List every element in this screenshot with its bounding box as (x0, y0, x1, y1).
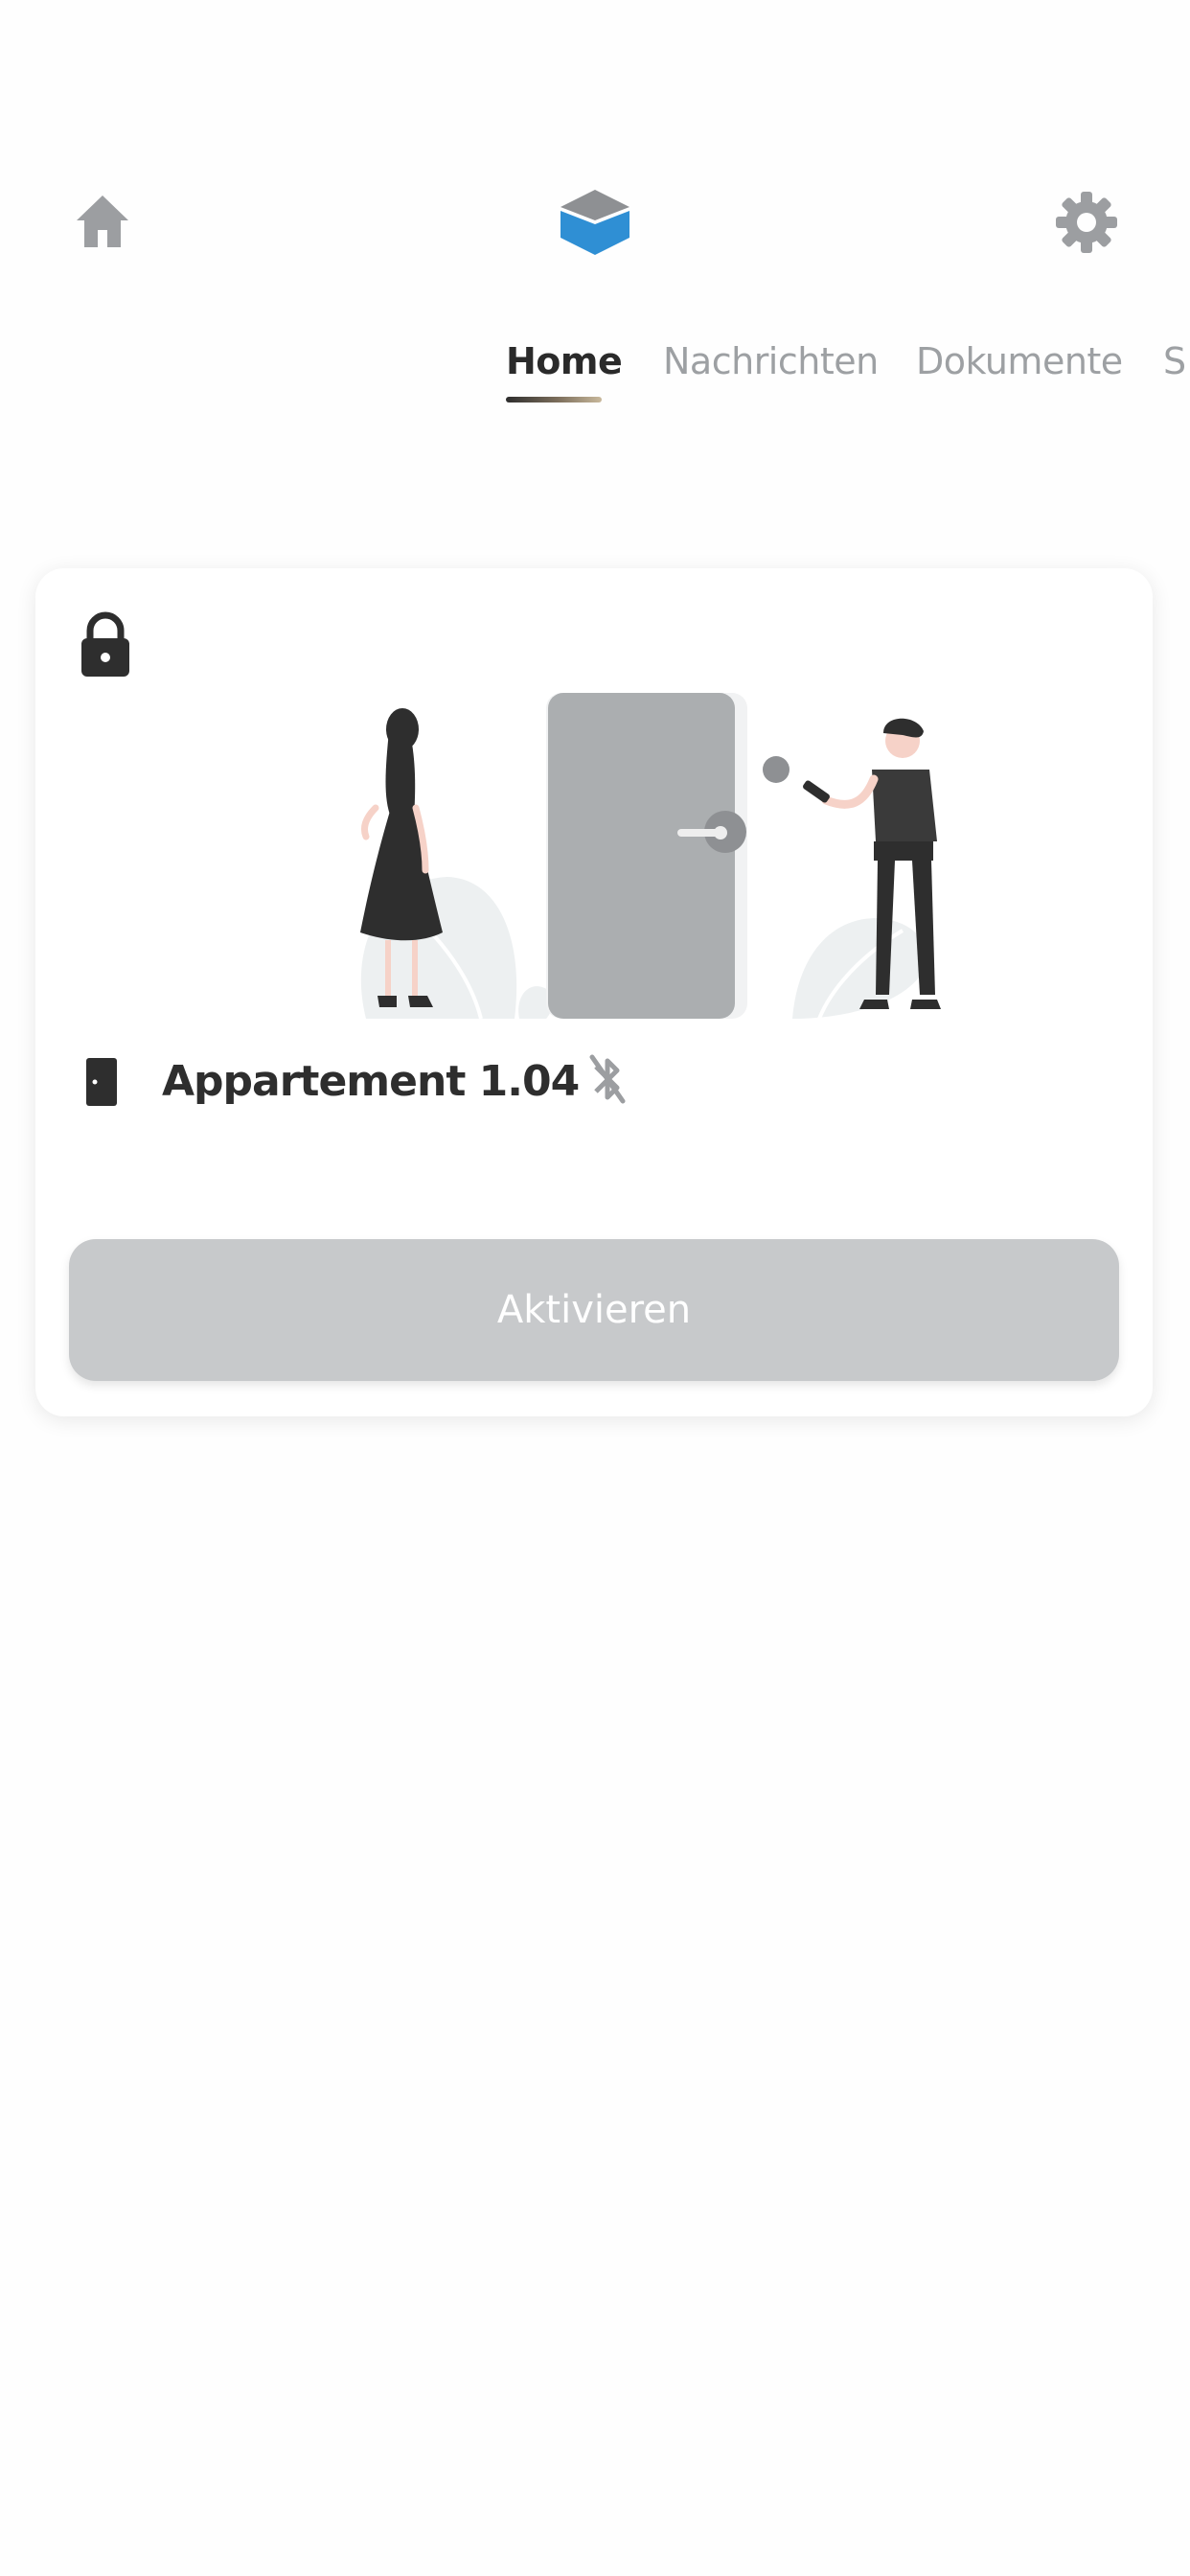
tab-home[interactable]: Home (506, 340, 623, 382)
door-icon (86, 1058, 117, 1106)
activate-button[interactable]: Aktivieren (69, 1239, 1119, 1381)
home-icon[interactable] (73, 192, 132, 251)
active-tab-indicator (506, 397, 602, 402)
gear-icon[interactable] (1054, 190, 1119, 255)
device-name: Appartement 1.04 (162, 1057, 580, 1106)
tab-nachrichten[interactable]: Nachrichten (663, 340, 879, 382)
tab-partial[interactable]: S (1163, 340, 1186, 382)
device-card: Appartement 1.04 Aktivieren (35, 568, 1153, 1416)
lock-icon (81, 611, 129, 677)
app-logo-icon (561, 190, 629, 255)
bluetooth-disabled-icon (589, 1054, 626, 1104)
device-row: Appartement 1.04 (85, 1054, 1139, 1124)
tab-dokumente[interactable]: Dokumente (916, 340, 1123, 382)
app-header (0, 0, 1190, 316)
door-illustration (360, 693, 941, 1019)
